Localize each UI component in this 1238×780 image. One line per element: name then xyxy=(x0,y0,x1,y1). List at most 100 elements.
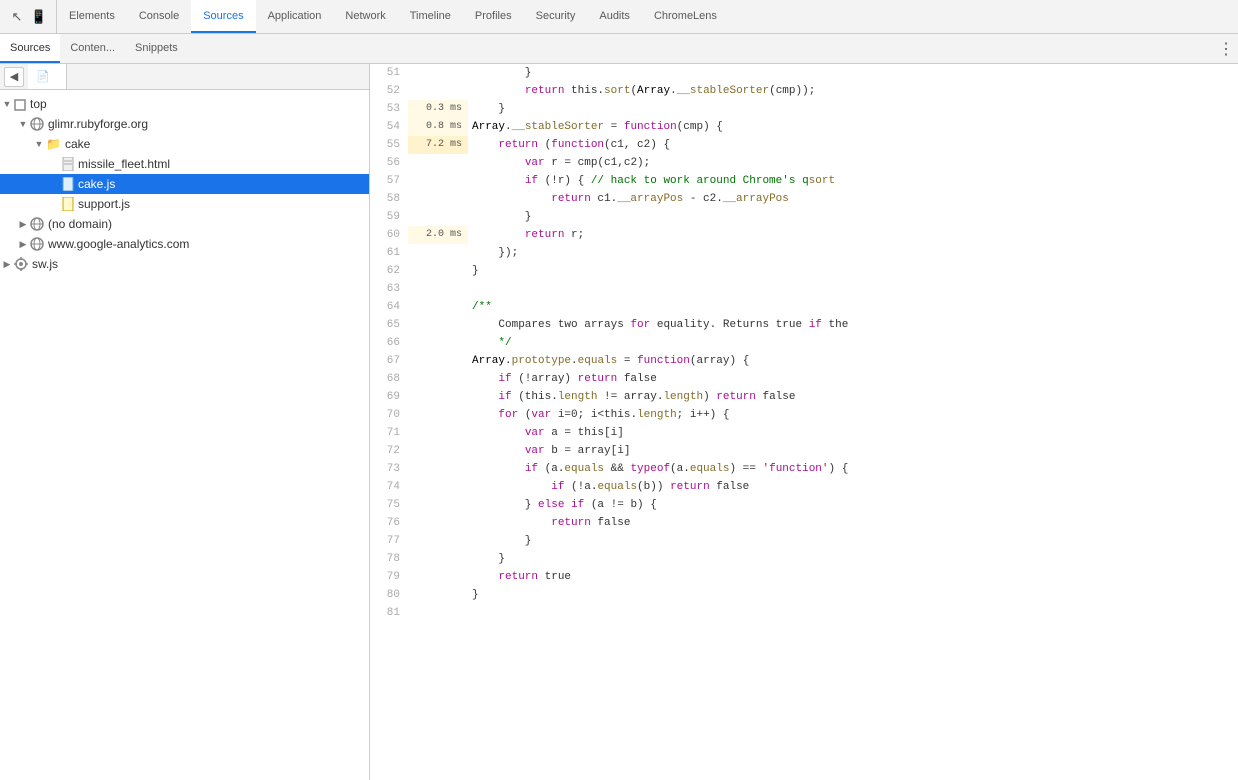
nav-tab-elements[interactable]: Elements xyxy=(57,0,127,33)
code-line-75: 75 } else if (a != b) { xyxy=(370,496,1238,514)
code-editor[interactable]: 51 }52 return this.sort(Array.__stableSo… xyxy=(370,64,1238,780)
tree-toggle[interactable]: ▼ xyxy=(0,99,14,109)
devtools-toolbar: ↖ 📱 ElementsConsoleSourcesApplicationNet… xyxy=(0,0,1238,34)
line-content: }); xyxy=(468,244,1238,262)
tree-item-cake-folder[interactable]: ▼📁 cake xyxy=(0,134,369,154)
line-number: 62 xyxy=(370,262,408,280)
file-tab-cake-js[interactable]: 📄 xyxy=(28,64,67,89)
tree-item-glimr[interactable]: ▼glimr.rubyforge.org xyxy=(0,114,369,134)
code-line-54: 540.8 msArray.__stableSorter = function(… xyxy=(370,118,1238,136)
line-number: 81 xyxy=(370,604,408,622)
code-line-55: 557.2 ms return (function(c1, c2) { xyxy=(370,136,1238,154)
device-icon[interactable]: 📱 xyxy=(30,8,48,26)
line-number: 52 xyxy=(370,82,408,100)
nav-tab-audits[interactable]: Audits xyxy=(587,0,642,33)
cursor-icon[interactable]: ↖ xyxy=(8,8,26,26)
src-tab-snippets[interactable]: Snippets xyxy=(125,34,188,63)
tree-item-no-domain[interactable]: ▶ (no domain) xyxy=(0,214,369,234)
nav-tab-application[interactable]: Application xyxy=(256,0,334,33)
code-line-78: 78 } xyxy=(370,550,1238,568)
line-number: 58 xyxy=(370,190,408,208)
code-line-63: 63 xyxy=(370,280,1238,298)
code-line-80: 80} xyxy=(370,586,1238,604)
tree-toggle[interactable]: ▶ xyxy=(0,259,14,270)
tree-toggle[interactable]: ▼ xyxy=(16,119,30,129)
tree-item-top[interactable]: ▼ top xyxy=(0,94,369,114)
line-number: 66 xyxy=(370,334,408,352)
tree-toggle[interactable]: ▶ xyxy=(16,219,30,230)
tree-item-icon-support-js xyxy=(62,197,74,212)
nav-tab-chromelens[interactable]: ChromeLens xyxy=(642,0,729,33)
code-line-81: 81 xyxy=(370,604,1238,622)
code-line-71: 71 var a = this[i] xyxy=(370,424,1238,442)
tree-item-icon-top xyxy=(14,97,26,111)
tree-item-label-cake-folder: cake xyxy=(65,137,90,151)
tree-item-label-no-domain: (no domain) xyxy=(48,217,112,231)
content-area: ◀ 📄 ▼top▼glimr.rubyforge.org▼📁cakemissil… xyxy=(0,64,1238,780)
tree-item-missile-fleet[interactable]: missile_fleet.html xyxy=(0,154,369,174)
toolbar-icons: ↖ 📱 xyxy=(0,0,57,33)
line-content: Array.prototype.equals = function(array)… xyxy=(468,352,1238,370)
line-number: 78 xyxy=(370,550,408,568)
code-line-59: 59 } xyxy=(370,208,1238,226)
tree-toggle[interactable]: ▶ xyxy=(16,239,30,250)
code-line-57: 57 if (!r) { // hack to work around Chro… xyxy=(370,172,1238,190)
line-content: /** xyxy=(468,298,1238,316)
line-content: Array.__stableSorter = function(cmp) { xyxy=(468,118,1238,136)
line-content: } else if (a != b) { xyxy=(468,496,1238,514)
line-number: 51 xyxy=(370,64,408,82)
sources-panel-tabs: SourcesConten...Snippets ⋮ xyxy=(0,34,1238,64)
line-number: 64 xyxy=(370,298,408,316)
line-content: return c1.__arrayPos - c2.__arrayPos xyxy=(468,190,1238,208)
tree-item-cake-js[interactable]: cake.js xyxy=(0,174,369,194)
tree-item-label-top: top xyxy=(30,97,47,111)
nav-tab-profiles[interactable]: Profiles xyxy=(463,0,524,33)
line-number: 56 xyxy=(370,154,408,172)
nav-tab-network[interactable]: Network xyxy=(333,0,397,33)
nav-tab-console[interactable]: Console xyxy=(127,0,191,33)
nav-tab-sources[interactable]: Sources xyxy=(191,0,255,33)
more-tabs-button[interactable]: ⋮ xyxy=(1214,34,1238,63)
line-number: 57 xyxy=(370,172,408,190)
line-number: 65 xyxy=(370,316,408,334)
line-number: 77 xyxy=(370,532,408,550)
src-tab-conten-[interactable]: Conten... xyxy=(60,34,125,63)
tree-item-label-cake-js: cake.js xyxy=(78,177,115,191)
line-number: 54 xyxy=(370,118,408,136)
code-line-62: 62} xyxy=(370,262,1238,280)
line-number: 80 xyxy=(370,586,408,604)
tree-item-label-sw-js: sw.js xyxy=(32,257,58,271)
tree-item-icon-sw-js xyxy=(14,257,28,272)
line-content: var b = array[i] xyxy=(468,442,1238,460)
tree-item-icon-cake-js xyxy=(62,177,74,192)
line-content: return this.sort(Array.__stableSorter(cm… xyxy=(468,82,1238,100)
code-line-65: 65 Compares two arrays for equality. Ret… xyxy=(370,316,1238,334)
file-tab-icon: 📄 xyxy=(36,70,50,83)
line-number: 79 xyxy=(370,568,408,586)
line-number: 55 xyxy=(370,136,408,154)
tree-item-label-google-analytics: www.google-analytics.com xyxy=(48,237,189,251)
nav-tab-security[interactable]: Security xyxy=(524,0,588,33)
tree-item-icon-missile-fleet xyxy=(62,157,74,172)
nav-tab-timeline[interactable]: Timeline xyxy=(398,0,463,33)
code-line-51: 51 } xyxy=(370,64,1238,82)
line-number: 53 xyxy=(370,100,408,118)
back-button[interactable]: ◀ xyxy=(4,67,24,87)
code-line-60: 602.0 ms return r; xyxy=(370,226,1238,244)
code-line-76: 76 return false xyxy=(370,514,1238,532)
line-number: 72 xyxy=(370,442,408,460)
line-content: if (!array) return false xyxy=(468,370,1238,388)
tree-item-sw-js[interactable]: ▶ sw.js xyxy=(0,254,369,274)
line-content: } xyxy=(468,208,1238,226)
line-number: 60 xyxy=(370,226,408,244)
line-content: var r = cmp(c1,c2); xyxy=(468,154,1238,172)
line-number: 75 xyxy=(370,496,408,514)
file-explorer-panel: ◀ 📄 ▼top▼glimr.rubyforge.org▼📁cakemissil… xyxy=(0,64,370,780)
tree-item-icon-cake-folder: 📁 xyxy=(46,137,61,151)
line-number: 68 xyxy=(370,370,408,388)
tree-item-google-analytics[interactable]: ▶ www.google-analytics.com xyxy=(0,234,369,254)
tree-item-support-js[interactable]: support.js xyxy=(0,194,369,214)
code-line-58: 58 return c1.__arrayPos - c2.__arrayPos xyxy=(370,190,1238,208)
tree-toggle[interactable]: ▼ xyxy=(32,139,46,149)
src-tab-sources[interactable]: Sources xyxy=(0,34,60,63)
